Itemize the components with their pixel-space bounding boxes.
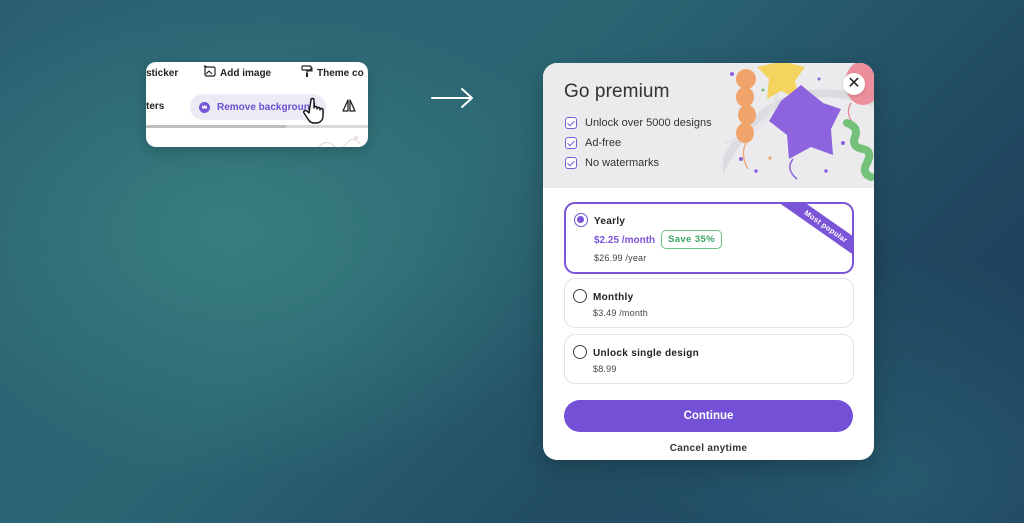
- crown-icon: [199, 101, 210, 113]
- feature-item: Unlock over 5000 designs: [565, 117, 712, 129]
- plan-price: $3.49 /month: [593, 308, 648, 318]
- plan-price: $8.99: [593, 364, 617, 374]
- hand-cursor-icon: [303, 97, 324, 124]
- remove-background-label: Remove background: [217, 101, 316, 113]
- filters-label[interactable]: ters: [146, 101, 164, 112]
- add-image-label: Add image: [220, 68, 272, 79]
- plan-name: Unlock single design: [593, 348, 700, 359]
- arrow-right-icon: [431, 88, 473, 108]
- check-icon: [565, 157, 577, 169]
- check-icon: [565, 117, 577, 129]
- plan-option-single-design[interactable]: Unlock single design $8.99: [564, 334, 854, 384]
- feature-item: Ad-free: [565, 137, 621, 149]
- sticker-label: sticker: [146, 68, 179, 79]
- radio-icon[interactable]: [573, 345, 587, 359]
- theme-icon: [301, 65, 313, 77]
- editor-toolbar-card: sticker Add image Theme co ters Remove b…: [146, 62, 368, 147]
- toolbar-scrollbar[interactable]: [146, 125, 368, 128]
- plan-option-monthly[interactable]: Monthly $3.49 /month: [564, 278, 854, 328]
- check-icon: [565, 137, 577, 149]
- plan-name: Monthly: [593, 292, 634, 303]
- feature-label: Unlock over 5000 designs: [585, 117, 712, 129]
- most-popular-ribbon: Most popular: [780, 204, 852, 262]
- save-badge: Save 35%: [661, 230, 723, 249]
- modal-title: Go premium: [564, 81, 670, 102]
- feature-item: No watermarks: [565, 157, 659, 169]
- toolbar-item-add-image[interactable]: Add image: [204, 65, 271, 79]
- close-icon: ✕: [847, 75, 861, 92]
- canvas-doodle: [318, 136, 361, 147]
- radio-icon[interactable]: [574, 213, 588, 227]
- theme-label: Theme co: [317, 68, 364, 79]
- continue-button[interactable]: Continue: [564, 400, 853, 432]
- close-button[interactable]: ✕: [843, 73, 865, 95]
- plan-name: Yearly: [594, 216, 626, 227]
- modal-header: Go premium Unlock over 5000 designs Ad-f…: [543, 63, 874, 188]
- radio-icon[interactable]: [573, 289, 587, 303]
- feature-label: Ad-free: [585, 137, 622, 149]
- mirror-icon[interactable]: [342, 99, 356, 113]
- toolbar-row-bottom: ters Remove background: [146, 94, 368, 124]
- feature-label: No watermarks: [585, 157, 659, 169]
- toolbar-item-theme[interactable]: Theme co: [301, 65, 364, 79]
- go-premium-modal: Go premium Unlock over 5000 designs Ad-f…: [543, 63, 874, 460]
- cancel-anytime-text: Cancel anytime: [669, 443, 748, 454]
- add-image-icon: [204, 65, 216, 77]
- plan-option-yearly[interactable]: Yearly $2.25 /month Save 35% $26.99 /yea…: [564, 202, 854, 274]
- toolbar-row-top: sticker Add image Theme co: [146, 62, 368, 80]
- plan-monthly-price: $2.25 /month: [594, 235, 656, 246]
- plan-price: $26.99 /year: [594, 253, 647, 263]
